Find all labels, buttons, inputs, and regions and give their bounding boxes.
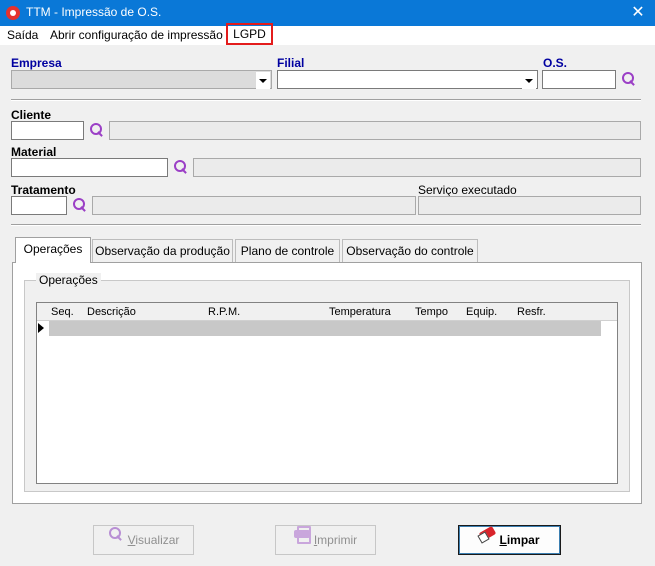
column-header-resfr[interactable]: Resfr.: [517, 304, 546, 320]
material-description-field: [193, 158, 641, 177]
filial-select[interactable]: [277, 70, 538, 89]
cliente-label: Cliente: [11, 108, 52, 122]
os-input[interactable]: [542, 70, 616, 89]
tratamento-code-input[interactable]: [11, 196, 67, 215]
column-header-equip[interactable]: Equip.: [466, 304, 497, 320]
window-title: TTM - Impressão de O.S.: [26, 5, 162, 19]
column-header-rpm[interactable]: R.P.M.: [208, 304, 240, 320]
current-row-indicator-icon: [38, 323, 44, 333]
empresa-select[interactable]: [11, 70, 272, 89]
column-header-tempo[interactable]: Tempo: [415, 304, 448, 320]
column-header-seq[interactable]: Seq.: [51, 304, 74, 320]
material-label: Material: [11, 145, 57, 159]
close-button[interactable]: ✕: [621, 0, 655, 26]
filial-dropdown-arrow-icon[interactable]: [522, 72, 536, 89]
printer-icon: [293, 526, 311, 544]
imprimir-button[interactable]: Imprimir: [275, 525, 376, 555]
title-bar: TTM - Impressão de O.S. ✕: [0, 0, 655, 26]
limpar-button[interactable]: Limpar: [458, 525, 561, 555]
empresa-dropdown-arrow-icon[interactable]: [256, 72, 270, 89]
tab-plano-controle[interactable]: Plano de controle: [235, 239, 340, 262]
servico-executado-label: Serviço executado: [418, 183, 517, 197]
tratamento-description-field: [92, 196, 416, 215]
servico-executado-field: [418, 196, 641, 215]
tab-observacao-producao[interactable]: Observação da produção: [92, 239, 233, 262]
tratamento-label: Tratamento: [11, 183, 76, 197]
cliente-code-input[interactable]: [11, 121, 84, 140]
separator: [11, 224, 641, 226]
material-search-icon[interactable]: [173, 159, 189, 175]
tratamento-search-icon[interactable]: [72, 197, 88, 213]
magnifier-icon: [108, 526, 124, 542]
menu-bar: Saída Abrir configuração de impressão LG…: [0, 23, 655, 45]
operacoes-group-title: Operações: [36, 273, 101, 287]
separator: [11, 99, 641, 101]
cliente-name-field: [109, 121, 641, 140]
menu-item-abrir-configuracao[interactable]: Abrir configuração de impressão: [50, 26, 223, 45]
column-header-descricao[interactable]: Descrição: [87, 304, 136, 320]
column-header-temperatura[interactable]: Temperatura: [329, 304, 391, 320]
eraser-icon: [479, 526, 495, 542]
table-row[interactable]: [49, 321, 601, 336]
tab-observacao-controle[interactable]: Observação do controle: [342, 239, 478, 262]
os-label: O.S.: [543, 56, 568, 70]
os-search-icon[interactable]: [621, 71, 637, 87]
visualizar-button[interactable]: Visualizar: [93, 525, 194, 555]
empresa-label: Empresa: [11, 56, 62, 70]
material-code-input[interactable]: [11, 158, 168, 177]
menu-item-lgpd[interactable]: LGPD: [226, 23, 273, 45]
tab-operacoes[interactable]: Operações: [15, 237, 91, 263]
menu-item-saida[interactable]: Saída: [7, 26, 38, 45]
app-logo-icon: [6, 6, 20, 20]
filial-label: Filial: [277, 56, 305, 70]
cliente-search-icon[interactable]: [89, 122, 105, 138]
